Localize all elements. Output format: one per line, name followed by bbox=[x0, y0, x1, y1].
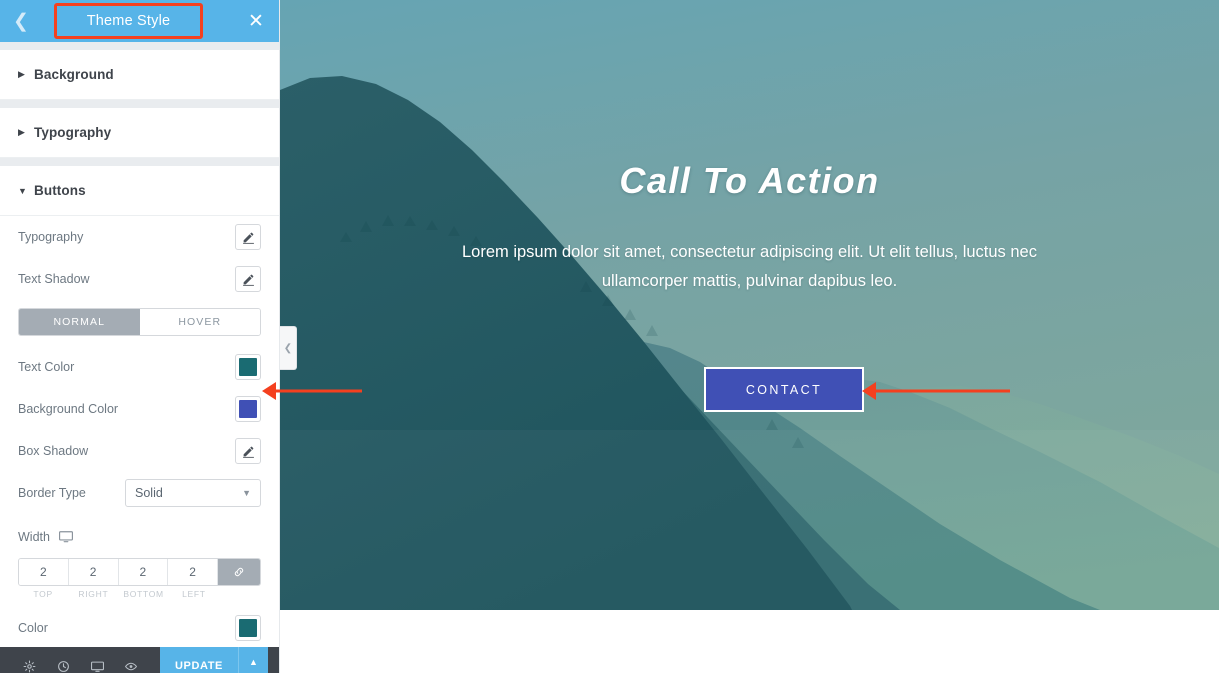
pencil-icon bbox=[242, 232, 254, 244]
accordion-label: Buttons bbox=[34, 183, 86, 198]
page-title: Call To Action bbox=[619, 160, 880, 201]
responsive-mode-icon[interactable] bbox=[80, 647, 114, 673]
theme-style-settings-panel: ❮ Theme Style ✕ ▶ Background ▶ Typograph… bbox=[0, 0, 280, 673]
border-width-sublabels: TOP RIGHT BOTTOM LEFT bbox=[18, 589, 261, 599]
control-row-box-shadow: Box Shadow bbox=[18, 430, 261, 472]
accordion-typography[interactable]: ▶ Typography bbox=[0, 108, 279, 158]
control-row-border-color: Color bbox=[18, 607, 261, 649]
border-type-value: Solid bbox=[135, 486, 163, 500]
width-left-input[interactable]: 2 bbox=[168, 559, 218, 585]
accordion-label: Typography bbox=[34, 125, 112, 140]
chevron-left-icon: ❮ bbox=[283, 342, 293, 354]
color-chip bbox=[239, 619, 257, 637]
sublabel-right: RIGHT bbox=[78, 589, 109, 599]
background-color-swatch[interactable] bbox=[235, 396, 261, 422]
accordion-background[interactable]: ▶ Background bbox=[0, 50, 279, 100]
control-row-width: Width bbox=[18, 520, 261, 554]
box-shadow-edit-button[interactable] bbox=[235, 438, 261, 464]
buttons-controls: Typography Text Shadow NORMAL HOVER Text… bbox=[0, 216, 279, 673]
contact-button[interactable]: CONTACT bbox=[704, 367, 864, 412]
control-label: Box Shadow bbox=[18, 444, 89, 458]
section-divider bbox=[0, 158, 279, 166]
color-chip bbox=[239, 358, 257, 376]
control-label: Text Color bbox=[18, 360, 75, 374]
border-color-swatch[interactable] bbox=[235, 615, 261, 641]
control-label: Typography bbox=[18, 230, 84, 244]
control-row-border-type: Border Type Solid ▼ bbox=[18, 472, 261, 514]
sublabel-bottom: BOTTOM bbox=[123, 589, 164, 599]
control-label: Text Shadow bbox=[18, 272, 90, 286]
typography-edit-button[interactable] bbox=[235, 224, 261, 250]
panel-title-wrapper: Theme Style bbox=[42, 3, 233, 39]
tab-normal[interactable]: NORMAL bbox=[19, 309, 140, 335]
link-icon bbox=[234, 567, 244, 577]
width-right-input[interactable]: 2 bbox=[68, 559, 119, 585]
text-color-swatch[interactable] bbox=[235, 354, 261, 380]
color-chip bbox=[239, 400, 257, 418]
desktop-icon[interactable] bbox=[58, 531, 73, 543]
arrow-shaft bbox=[274, 389, 362, 393]
hero-content: Call To Action Lorem ipsum dolor sit ame… bbox=[280, 0, 1219, 610]
eye-glyph bbox=[124, 662, 138, 671]
tab-hover[interactable]: HOVER bbox=[139, 309, 260, 335]
control-label: Color bbox=[18, 621, 48, 635]
accordion-label: Background bbox=[34, 67, 114, 82]
close-button[interactable]: ✕ bbox=[233, 0, 279, 42]
border-width-inputs: 2 2 2 2 bbox=[18, 558, 261, 586]
chevron-right-icon: ▶ bbox=[18, 69, 25, 79]
history-glyph bbox=[57, 661, 69, 672]
chevron-right-icon: ▶ bbox=[18, 127, 25, 137]
section-divider bbox=[0, 100, 279, 108]
chevron-down-icon: ▼ bbox=[18, 185, 27, 196]
sublabel-top: TOP bbox=[33, 589, 53, 599]
hero-subtitle: Lorem ipsum dolor sit amet, consectetur … bbox=[461, 243, 1037, 290]
width-top-input[interactable]: 2 bbox=[19, 559, 69, 585]
chevron-left-icon: ❮ bbox=[13, 10, 29, 32]
chevron-down-icon: ▼ bbox=[242, 488, 251, 498]
preview-eye-icon[interactable] bbox=[114, 647, 148, 673]
page-preview-canvas: Call To Action Lorem ipsum dolor sit ame… bbox=[280, 0, 1219, 673]
width-bottom-input[interactable]: 2 bbox=[118, 559, 169, 585]
control-row-background-color: Background Color bbox=[18, 388, 261, 430]
close-icon: ✕ bbox=[248, 10, 264, 32]
accordion-buttons[interactable]: ▼ Buttons bbox=[0, 166, 279, 216]
control-row-text-color: Text Color bbox=[18, 346, 261, 388]
pencil-icon bbox=[242, 274, 254, 286]
arrow-shaft bbox=[876, 389, 1010, 393]
state-tabs: NORMAL HOVER bbox=[18, 308, 261, 336]
arrow-head-icon bbox=[862, 382, 876, 400]
editor-bottom-toolbar: UPDATE ▲ bbox=[0, 647, 279, 673]
elementor-editor-screen: Call To Action Lorem ipsum dolor sit ame… bbox=[0, 0, 1219, 673]
section-divider bbox=[0, 42, 279, 50]
panel-collapse-tab[interactable]: ❮ bbox=[280, 326, 297, 370]
sublabel-left: LEFT bbox=[182, 589, 206, 599]
panel-header: ❮ Theme Style ✕ bbox=[0, 0, 279, 42]
desktop-glyph bbox=[58, 531, 73, 543]
pencil-icon bbox=[242, 446, 254, 458]
settings-gear-icon[interactable] bbox=[12, 647, 46, 673]
annotation-arrow-to-contact-button bbox=[862, 381, 1010, 401]
border-type-select[interactable]: Solid ▼ bbox=[125, 479, 261, 507]
gear-glyph bbox=[23, 660, 35, 673]
control-label: Background Color bbox=[18, 402, 119, 416]
control-label: Border Type bbox=[18, 486, 86, 500]
back-button[interactable]: ❮ bbox=[0, 0, 42, 42]
history-icon[interactable] bbox=[46, 647, 80, 673]
page-title: Theme Style bbox=[53, 3, 204, 39]
responsive-glyph bbox=[90, 661, 104, 672]
chevron-up-icon: ▲ bbox=[249, 657, 258, 667]
control-row-typography: Typography bbox=[18, 216, 261, 258]
update-options-button[interactable]: ▲ bbox=[238, 647, 268, 673]
annotation-arrow-to-background-color bbox=[262, 381, 362, 401]
link-values-toggle[interactable] bbox=[218, 559, 260, 585]
call-to-action-section: Call To Action Lorem ipsum dolor sit ame… bbox=[280, 0, 1219, 610]
control-label: Width bbox=[18, 530, 50, 544]
text-shadow-edit-button[interactable] bbox=[235, 266, 261, 292]
control-row-text-shadow: Text Shadow bbox=[18, 258, 261, 300]
update-button[interactable]: UPDATE bbox=[160, 647, 238, 673]
